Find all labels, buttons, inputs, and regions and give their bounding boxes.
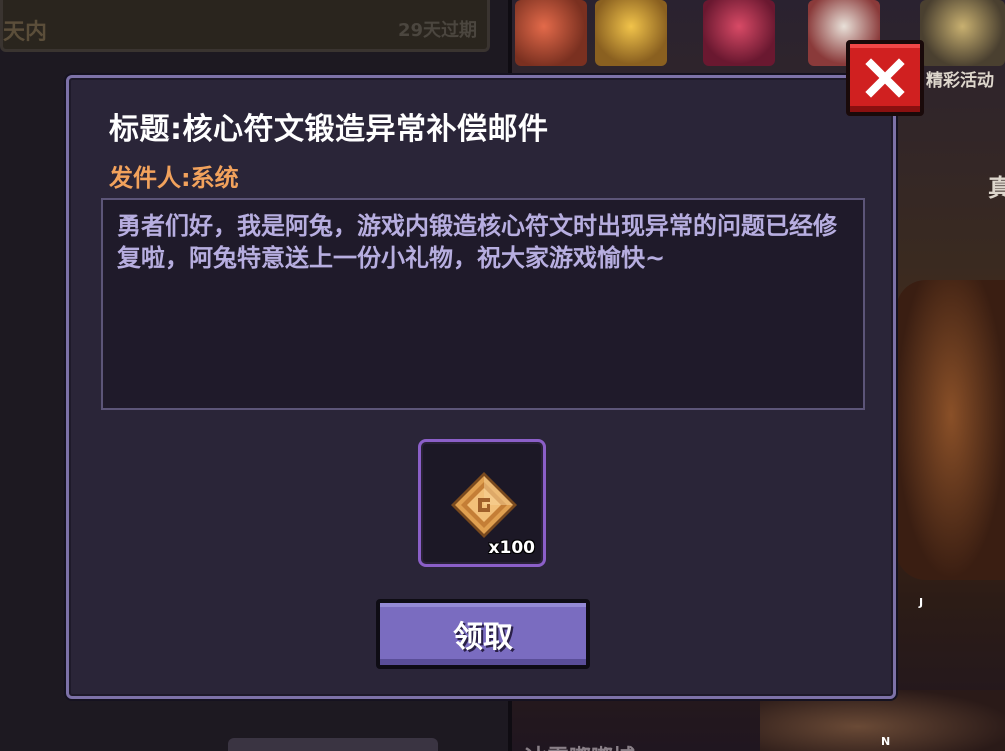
key-hint-bottom: N xyxy=(881,735,891,748)
background-bottom-text: 冰雪嘟嘟城 xyxy=(525,740,635,751)
featured-events-icon[interactable] xyxy=(920,0,1005,66)
mail-title: 标题:核心符文锻造异常补偿邮件 xyxy=(109,112,549,147)
featured-events-label: 精彩活动 xyxy=(926,71,994,91)
event-gameplay-icon[interactable] xyxy=(595,0,667,66)
close-button[interactable] xyxy=(846,40,924,116)
mail-sender: 发件人:系统 xyxy=(109,164,239,192)
invite-friends-icon[interactable] xyxy=(515,0,587,66)
claim-button[interactable]: 领取 xyxy=(376,599,590,669)
daily-gift-icon[interactable] xyxy=(703,0,775,66)
game-screen: 天内 29天过期 精彩活动 真 冰雪嘟嘟城 D J N 标题:核心符文锻造异常补… xyxy=(0,0,1005,751)
mail-detail-dialog: 标题:核心符文锻造异常补偿邮件 发件人:系统 勇者们好，我是阿兔，游戏内锻造核心… xyxy=(66,75,896,699)
background-bottom-tab xyxy=(228,738,438,751)
background-mail-list-text: 天内 xyxy=(3,20,48,45)
background-side-label: 真 xyxy=(988,174,1005,202)
core-rune-icon xyxy=(451,472,517,538)
claim-button-label: 领取 xyxy=(453,620,513,655)
background-expiry-text: 29天过期 xyxy=(397,20,477,41)
reward-item-slot[interactable]: x100 xyxy=(418,439,546,567)
background-mail-list-item: 天内 29天过期 xyxy=(0,0,490,52)
key-hint-right: J xyxy=(919,596,924,609)
mail-body-text: 勇者们好，我是阿兔，游戏内锻造核心符文时出现异常的问题已经修复啦，阿兔特意送上一… xyxy=(101,198,865,410)
close-icon xyxy=(865,58,905,98)
background-creature xyxy=(896,280,1005,580)
reward-quantity: x100 xyxy=(488,538,535,558)
